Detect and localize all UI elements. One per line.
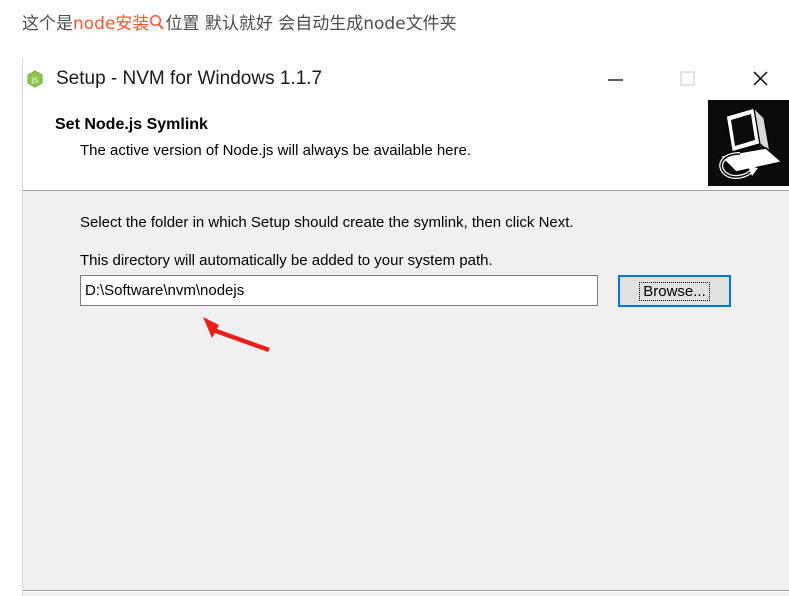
svg-text:JS: JS: [31, 77, 39, 85]
wizard-header: Set Node.js Symlink The active version o…: [23, 100, 789, 191]
close-icon[interactable]: [737, 64, 783, 94]
path-note: This directory will automatically be add…: [80, 252, 493, 269]
symlink-path-input[interactable]: [80, 275, 598, 306]
window-title: Setup - NVM for Windows 1.1.7: [56, 68, 323, 89]
maximize-icon[interactable]: [664, 64, 710, 94]
search-icon[interactable]: [149, 14, 165, 38]
caption-prefix: 这个是: [22, 14, 73, 34]
title-bar[interactable]: JS Setup - NVM for Windows 1.1.7: [23, 58, 789, 100]
caption-link[interactable]: node安装: [73, 14, 149, 34]
browse-button[interactable]: Browse...: [618, 275, 731, 307]
setup-window: JS Setup - NVM for Windows 1.1.7 Set Nod…: [22, 58, 789, 596]
page-title: Set Node.js Symlink: [55, 116, 208, 133]
footer-divider-highlight: [23, 591, 789, 592]
browse-button-label: Browse...: [639, 281, 710, 301]
instruction-text: Select the folder in which Setup should …: [80, 214, 574, 231]
computer-install-icon: [708, 100, 789, 186]
caption-text: 这个是node安装 位置 默认就好 会自动生成node文件夹: [22, 12, 457, 38]
red-arrow-icon: [173, 317, 303, 361]
minimize-icon[interactable]: [594, 64, 640, 94]
page-subtitle: The active version of Node.js will alway…: [80, 142, 472, 159]
nodejs-hexagon-icon: JS: [26, 70, 44, 88]
wizard-body: Select the folder in which Setup should …: [23, 191, 789, 596]
caption-suffix: 位置 默认就好 会自动生成node文件夹: [165, 14, 457, 34]
